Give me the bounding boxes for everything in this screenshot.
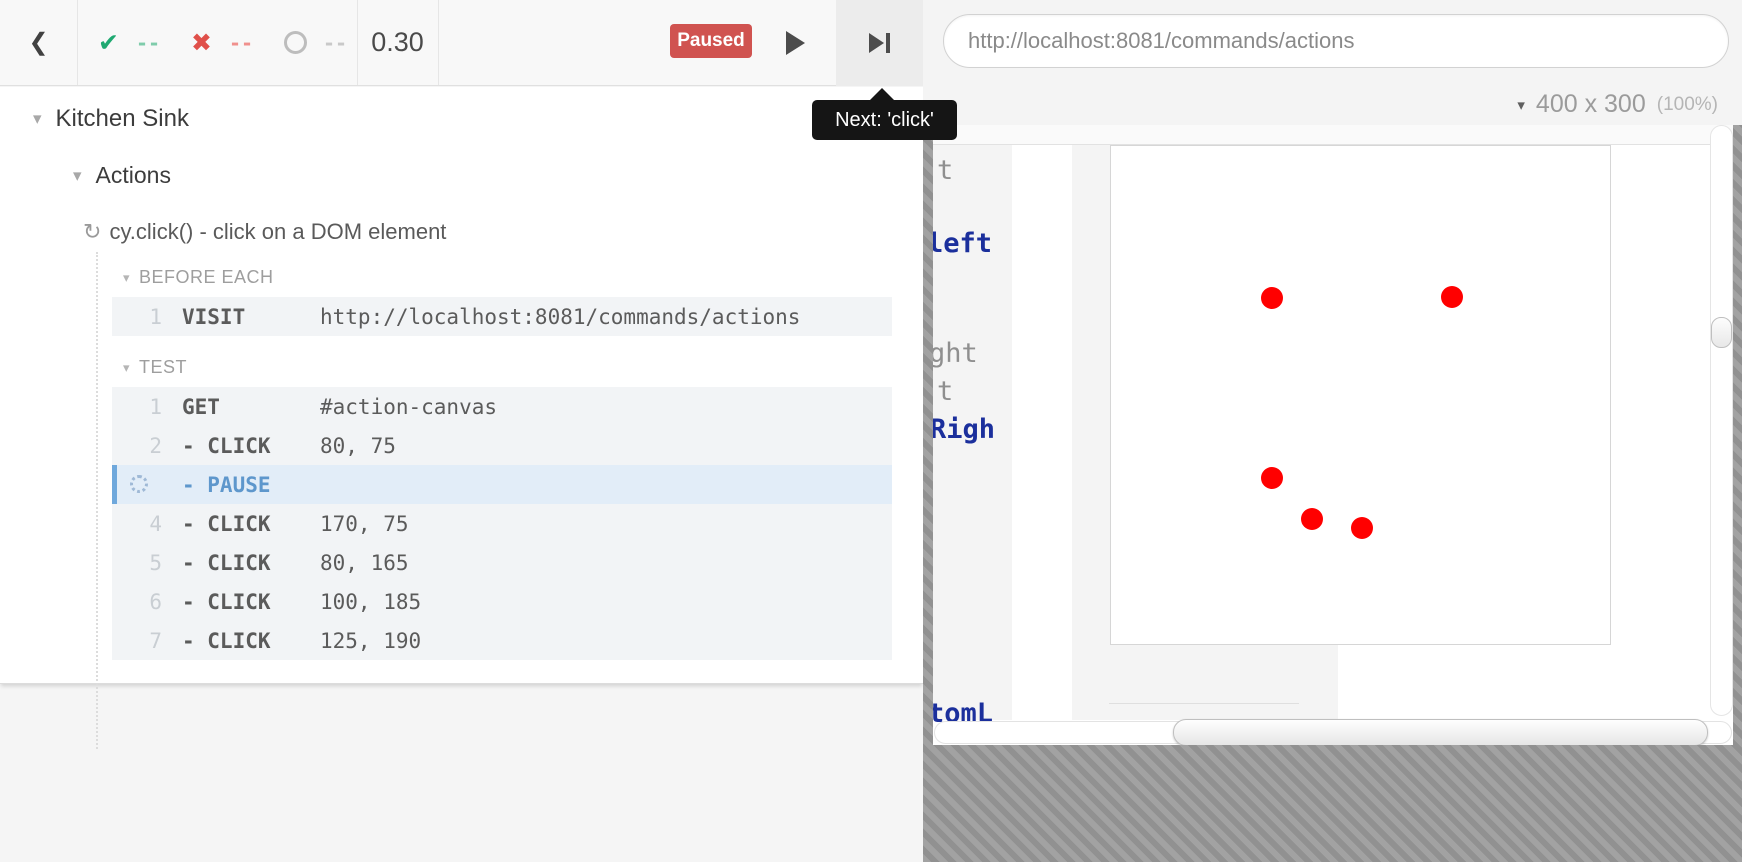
viewport-size: 400 x 300 (1536, 90, 1646, 119)
cypress-test-runner: ❮ ✔ -- ✖ -- -- 0.30 Paused (0, 0, 1742, 862)
command-number: 5 (112, 551, 162, 575)
next-step-button[interactable] (836, 0, 923, 86)
suite-title-label: Actions (96, 162, 171, 189)
command-method: GET (182, 395, 320, 419)
command-args: 170, 75 (320, 512, 409, 536)
page-top-strip (933, 125, 1733, 145)
test-indent-line (96, 252, 98, 749)
tests-failed-stat: ✖ -- (191, 0, 253, 85)
command-row[interactable]: 1 GET#action-canvas (112, 387, 892, 426)
hook-label: BEFORE EACH (139, 267, 274, 288)
command-row[interactable]: 2 - CLICK80, 75 (112, 426, 892, 465)
command-number: 6 (112, 590, 162, 614)
test-running-spinner-icon: ↻ (83, 219, 101, 245)
command-args: 100, 185 (320, 590, 421, 614)
command-number: 7 (112, 629, 162, 653)
toolbar-divider (77, 0, 78, 85)
passed-check-icon: ✔ (98, 28, 119, 58)
viewport-zoom: (100%) (1657, 94, 1718, 116)
tests-pending-stat: -- (284, 0, 347, 85)
vertical-scrollbar-track[interactable] (1710, 125, 1733, 716)
suite-kitchen-sink[interactable]: ▾ Kitchen Sink (33, 105, 189, 133)
collapse-caret-icon: ▾ (73, 166, 82, 186)
tooltip-arrow (870, 88, 894, 100)
command-row[interactable]: - PAUSE (112, 465, 892, 504)
failed-count: -- (229, 31, 253, 55)
horizontal-scrollbar-thumb[interactable] (1173, 719, 1708, 745)
aut-panel: http://localhost:8081/commands/actions ▾… (923, 0, 1742, 862)
suite-actions[interactable]: ▾ Actions (73, 162, 171, 189)
click-dot (1301, 508, 1323, 530)
click-dot (1351, 517, 1373, 539)
collapse-caret-icon: ▾ (123, 360, 130, 376)
command-args: http://localhost:8081/commands/actions (320, 305, 800, 329)
command-row[interactable]: 5 - CLICK80, 165 (112, 543, 892, 582)
toolbar-divider (438, 0, 439, 85)
command-method: - CLICK (182, 512, 320, 536)
action-canvas[interactable] (1110, 145, 1611, 645)
paused-badge: Paused (670, 24, 752, 58)
hook-label: TEST (139, 357, 187, 378)
collapse-caret-icon: ▾ (33, 109, 42, 129)
pending-circle-icon (284, 31, 307, 54)
play-icon (786, 31, 805, 55)
command-method: - PAUSE (182, 473, 320, 497)
aut-iframe: tleftghttRightomL (933, 125, 1733, 745)
click-dot (1261, 467, 1283, 489)
hook-test[interactable]: ▾ TEST (123, 357, 187, 378)
failed-x-icon: ✖ (191, 28, 212, 58)
suite-title-label: Kitchen Sink (56, 105, 189, 133)
back-button[interactable]: ❮ (0, 0, 77, 85)
reporter-toolbar: ❮ ✔ -- ✖ -- -- 0.30 Paused (0, 0, 923, 86)
reporter-panel: ❮ ✔ -- ✖ -- -- 0.30 Paused (0, 0, 923, 862)
command-log: ▾ Kitchen Sink ▾ Actions ↻ cy.click() - … (0, 87, 923, 684)
command-number: 4 (112, 512, 162, 536)
command-number: 2 (112, 434, 162, 458)
elapsed-time: 0.30 (357, 0, 438, 85)
command-row[interactable]: 6 - CLICK100, 185 (112, 582, 892, 621)
command-row[interactable]: 7 - CLICK125, 190 (112, 621, 892, 660)
url-text: http://localhost:8081/commands/actions (968, 28, 1354, 54)
pending-count: -- (323, 31, 347, 55)
test-title-label: cy.click() - click on a DOM element (109, 219, 446, 245)
passed-count: -- (136, 31, 160, 55)
pause-spinner-icon (130, 475, 148, 493)
command-method: VISIT (182, 305, 320, 329)
aut-header: http://localhost:8081/commands/actions ▾… (923, 0, 1742, 125)
hook-before-each[interactable]: ▾ BEFORE EACH (123, 267, 274, 288)
url-bar[interactable]: http://localhost:8081/commands/actions (943, 14, 1729, 68)
command-args: #action-canvas (320, 395, 497, 419)
paused-indicator-bar (112, 465, 117, 504)
code-text-fragment: t (937, 376, 953, 407)
click-dot (1261, 287, 1283, 309)
code-divider (1109, 703, 1299, 704)
step-forward-icon (869, 33, 884, 53)
tests-passed-stat: ✔ -- (98, 0, 160, 85)
command-method: - CLICK (182, 629, 320, 653)
command-method: - CLICK (182, 590, 320, 614)
code-text-fragment: t (937, 155, 953, 186)
click-dot (1441, 286, 1463, 308)
test-cy-click[interactable]: ↻ cy.click() - click on a DOM element (83, 219, 446, 245)
code-text-fragment: left (933, 228, 992, 259)
next-command-tooltip: Next: 'click' (812, 100, 957, 140)
command-number: 1 (112, 395, 162, 419)
command-row[interactable]: 1 VISIThttp://localhost:8081/commands/act… (112, 297, 892, 336)
code-text-fragment: Righ (933, 414, 995, 445)
collapse-caret-icon: ▾ (123, 270, 130, 286)
command-method: - CLICK (182, 551, 320, 575)
code-text-fragment: ght (933, 338, 978, 369)
viewport-dropdown-caret-icon[interactable]: ▾ (1517, 96, 1525, 114)
command-row[interactable]: 4 - CLICK170, 75 (112, 504, 892, 543)
command-method: - CLICK (182, 434, 320, 458)
command-args: 80, 165 (320, 551, 409, 575)
command-args: 80, 75 (320, 434, 396, 458)
resume-button[interactable] (770, 0, 820, 85)
step-forward-icon-bar (886, 33, 890, 53)
viewport-size-row: ▾ 400 x 300 (100%) (1517, 90, 1718, 119)
command-args: 125, 190 (320, 629, 421, 653)
vertical-scrollbar-thumb[interactable] (1711, 317, 1732, 348)
command-number: 1 (112, 305, 162, 329)
